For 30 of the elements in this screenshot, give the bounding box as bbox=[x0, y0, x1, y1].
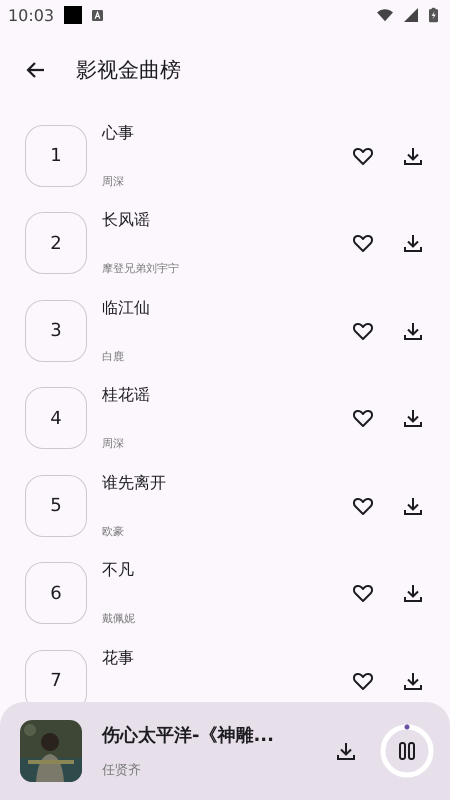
wifi-icon bbox=[377, 8, 393, 22]
song-title[interactable]: 谁先离开 bbox=[102, 472, 325, 494]
song-artist: 周深 bbox=[102, 174, 125, 189]
song-artist: 戴佩妮 bbox=[102, 611, 136, 626]
song-title[interactable]: 心事 bbox=[102, 122, 325, 144]
now-playing-artist: 任贤齐 bbox=[102, 762, 142, 779]
rank-number: 6 bbox=[25, 562, 87, 624]
rank-number: 3 bbox=[25, 300, 87, 362]
song-artist: 欧豪 bbox=[102, 524, 125, 539]
page-title: 影视金曲榜 bbox=[76, 57, 181, 84]
song-title[interactable]: 桂花谣 bbox=[102, 385, 325, 406]
song-title[interactable]: 长风谣 bbox=[102, 210, 325, 232]
song-title[interactable]: 花事 bbox=[102, 648, 325, 669]
signal-icon bbox=[403, 8, 419, 22]
rank-number: 2 bbox=[25, 212, 87, 274]
rank-number: 5 bbox=[25, 474, 87, 537]
status-time: 10:03 bbox=[8, 6, 54, 24]
song-artist: 周深 bbox=[102, 436, 125, 452]
pause-button[interactable] bbox=[380, 724, 434, 778]
song-artist: 摩登兄弟刘宇宁 bbox=[102, 261, 180, 276]
battery-icon bbox=[429, 7, 438, 23]
pause-icon bbox=[399, 742, 415, 760]
song-title[interactable]: 临江仙 bbox=[102, 298, 325, 319]
song-artist: 白鹿 bbox=[102, 348, 125, 364]
song-title[interactable]: 不凡 bbox=[102, 560, 325, 582]
keyboard-icon bbox=[92, 10, 104, 20]
rank-number: 1 bbox=[25, 124, 87, 187]
now-playing-title: 伤心太平洋-《神雕... bbox=[102, 724, 275, 747]
notification-icon bbox=[64, 6, 82, 24]
rank-number: 4 bbox=[25, 387, 87, 450]
